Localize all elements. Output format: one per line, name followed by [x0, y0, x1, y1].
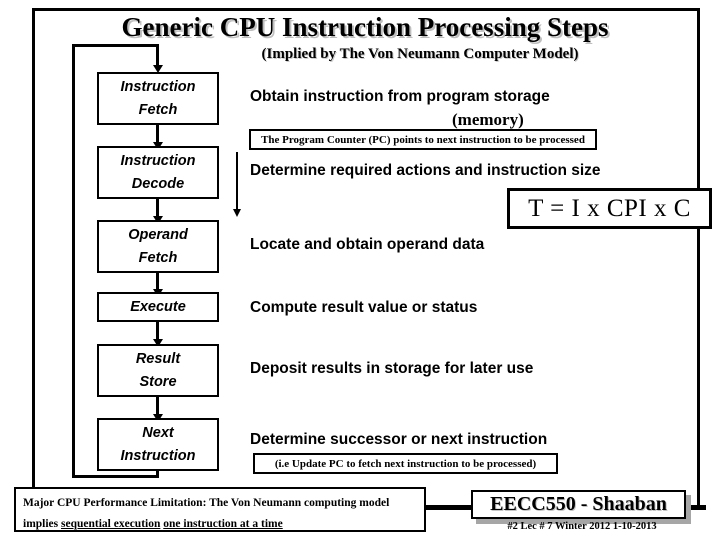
feedback-loop-top-line	[72, 44, 159, 47]
description-execute: Compute result value or status	[250, 299, 478, 316]
step-line-1: Next	[142, 425, 174, 442]
step-line-2: Instruction	[120, 447, 196, 464]
step-box-instruction-fetch[interactable]: Instruction Fetch	[97, 72, 219, 125]
step-line-1: Instruction	[120, 79, 196, 96]
lecture-meta-text: #2 Lec # 7 Winter 2012 1-10-2013	[507, 521, 657, 532]
note-box-update-pc: (i.e Update PC to fetch next instruction…	[253, 453, 558, 474]
banner-connector-right	[684, 505, 706, 510]
page-subtitle: (Implied by The Von Neumann Computer Mod…	[261, 46, 579, 62]
arrow-operand-to-execute-icon	[152, 273, 163, 297]
step-box-execute[interactable]: Execute	[97, 292, 219, 322]
arrow-result-to-next-icon	[152, 397, 163, 422]
feedback-loop-vertical-line	[72, 44, 75, 478]
step-line-1: Result	[135, 351, 181, 368]
limitation-underline-b: one instruction at a time	[163, 518, 283, 531]
feedback-loop-arrow-icon	[152, 47, 163, 73]
note-box-program-counter: The Program Counter (PC) points to next …	[249, 129, 597, 150]
description-fetch-memory: (memory)	[452, 110, 524, 129]
banner-connector-left	[424, 505, 474, 510]
step-line-2: Decode	[131, 175, 185, 192]
arrow-execute-to-result-icon	[152, 322, 163, 347]
description-next-instruction: Determine successor or next instruction	[250, 431, 548, 448]
limitation-line-1: Major CPU Performance Limitation: The Vo…	[23, 497, 390, 509]
formula-text: T = I x CPI x C	[528, 194, 691, 222]
cpu-time-formula-box: T = I x CPI x C	[507, 188, 712, 229]
page-title: Generic CPU Instruction Processing Steps	[121, 12, 609, 42]
step-line-1: Operand	[128, 227, 188, 244]
step-box-instruction-decode[interactable]: Instruction Decode	[97, 146, 219, 199]
step-box-result-store[interactable]: Result Store	[97, 344, 219, 397]
note-text: The Program Counter (PC) points to next …	[261, 133, 585, 146]
description-fetch: Obtain instruction from program storage	[250, 88, 550, 105]
limitation-line-2: implies sequential execution one instruc…	[23, 514, 417, 535]
step-box-operand-fetch[interactable]: Operand Fetch	[97, 220, 219, 273]
description-operand-fetch: Locate and obtain operand data	[250, 236, 485, 253]
step-line-1: Instruction	[120, 153, 196, 170]
arrow-decode-to-operand-icon	[152, 199, 163, 224]
description-result-store: Deposit results in storage for later use	[250, 360, 534, 377]
feedback-loop-bottom-line	[72, 475, 159, 478]
sequential-flow-arrow-icon	[233, 152, 241, 217]
step-line-2: Store	[139, 373, 177, 390]
slide-canvas: Generic CPU Instruction Processing Steps…	[0, 0, 720, 540]
course-title-box: EECC550 - Shaaban	[471, 490, 686, 519]
description-decode: Determine required actions and instructi…	[250, 162, 601, 179]
note-text: (i.e Update PC to fetch next instruction…	[274, 457, 537, 470]
step-box-next-instruction[interactable]: Next Instruction	[97, 418, 219, 471]
arrow-fetch-to-decode-icon	[152, 125, 163, 150]
step-line-2: Fetch	[138, 101, 178, 118]
course-title-text: EECC550 - Shaaban	[490, 493, 667, 515]
performance-limitation-box: Major CPU Performance Limitation: The Vo…	[14, 487, 426, 532]
step-line-2: Fetch	[138, 249, 178, 266]
limitation-underline-a: sequential execution	[61, 518, 161, 531]
limitation-implies-prefix: implies	[23, 518, 62, 531]
step-line-1: Execute	[130, 298, 186, 315]
